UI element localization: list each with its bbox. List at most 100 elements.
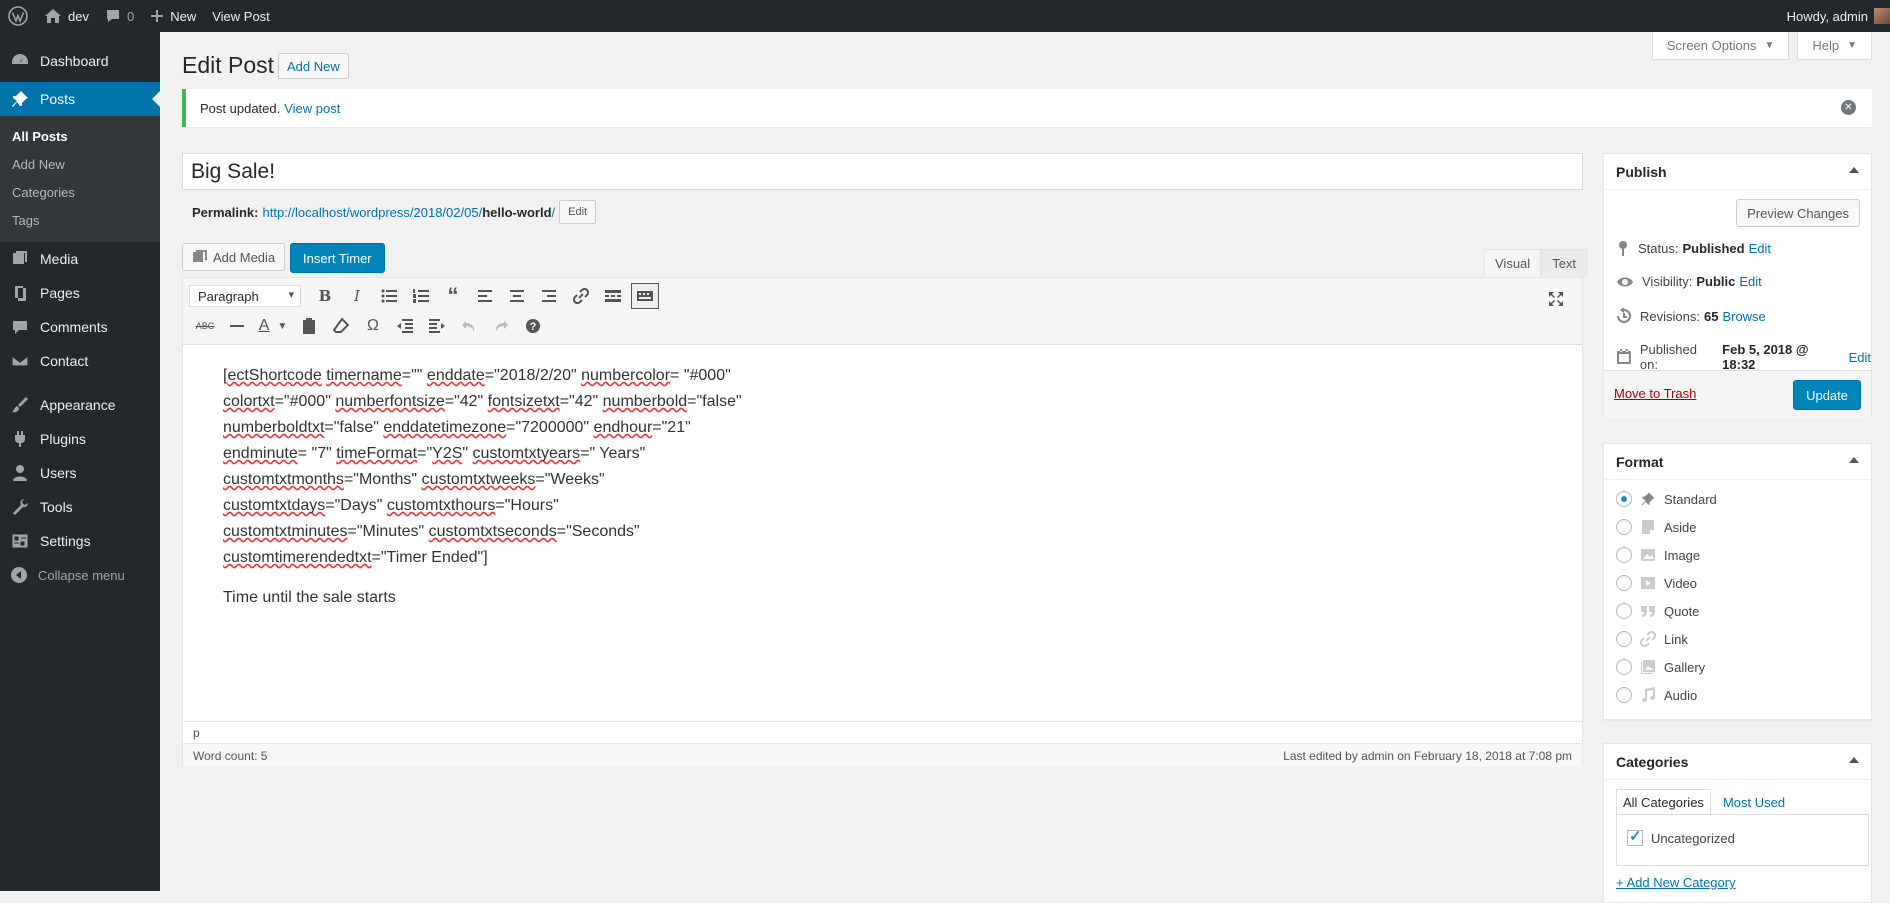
align-right-icon[interactable] — [533, 283, 565, 309]
align-center-icon[interactable] — [501, 283, 533, 309]
toggle-arrow-icon[interactable] — [1849, 167, 1859, 173]
format-radio[interactable] — [1616, 603, 1632, 619]
format-radio[interactable] — [1616, 575, 1632, 591]
format-select[interactable]: Paragraph — [189, 285, 301, 307]
menu-dashboard[interactable]: Dashboard — [0, 44, 160, 78]
redo-icon[interactable] — [485, 313, 517, 339]
my-account-menu[interactable]: Howdy, admin — [1779, 0, 1890, 32]
add-new-category-link[interactable]: + Add New Category — [1616, 875, 1736, 890]
menu-media[interactable]: Media — [0, 242, 160, 276]
submenu-all-posts[interactable]: All Posts — [0, 123, 160, 151]
status-edit-link[interactable]: Edit — [1749, 241, 1771, 256]
format-radio[interactable] — [1616, 491, 1632, 507]
categories-box-title: Categories — [1616, 753, 1689, 770]
publish-box: Publish Preview Changes Status: Publishe… — [1603, 153, 1872, 418]
horizontal-line-icon[interactable] — [221, 313, 253, 339]
tab-text[interactable]: Text — [1541, 249, 1588, 278]
menu-comments[interactable]: Comments — [0, 310, 160, 344]
toggle-arrow-icon[interactable] — [1849, 457, 1859, 463]
visibility-edit-link[interactable]: Edit — [1739, 274, 1761, 289]
dismiss-icon[interactable]: ✕ — [1841, 100, 1856, 115]
format-option-gallery[interactable]: Gallery — [1616, 659, 1705, 675]
read-more-icon[interactable] — [597, 283, 629, 309]
menu-appearance[interactable]: Appearance — [0, 388, 160, 422]
format-option-quote[interactable]: Quote — [1616, 603, 1699, 619]
help-icon[interactable]: ? — [517, 313, 549, 339]
clear-formatting-icon[interactable] — [325, 313, 357, 339]
bold-button[interactable]: B — [309, 283, 341, 309]
view-post-link[interactable]: View Post — [204, 0, 278, 32]
preview-changes-button[interactable]: Preview Changes — [1736, 199, 1860, 227]
format-option-video[interactable]: Video — [1616, 575, 1697, 591]
tab-most-used[interactable]: Most Used — [1717, 789, 1791, 815]
revisions-browse-link[interactable]: Browse — [1722, 309, 1765, 324]
update-button[interactable]: Update — [1793, 380, 1861, 410]
insert-timer-button[interactable]: Insert Timer — [290, 243, 385, 273]
blockquote-icon[interactable]: “ — [437, 283, 469, 309]
notice-view-post-link[interactable]: View post — [284, 101, 340, 116]
site-name-link[interactable]: dev — [36, 0, 97, 32]
move-to-trash-link[interactable]: Move to Trash — [1614, 386, 1696, 401]
publish-box-header[interactable]: Publish — [1604, 154, 1871, 190]
outdent-icon[interactable] — [389, 313, 421, 339]
format-radio[interactable] — [1616, 659, 1632, 675]
format-radio[interactable] — [1616, 547, 1632, 563]
submenu-categories[interactable]: Categories — [0, 179, 160, 207]
format-radio[interactable] — [1616, 519, 1632, 535]
editor-content[interactable]: [ectShortcode timername="" enddate="2018… — [183, 345, 1582, 725]
fullscreen-icon[interactable] — [1540, 286, 1572, 312]
collapse-menu-button[interactable]: Collapse menu — [0, 558, 160, 592]
categories-box-header[interactable]: Categories — [1604, 744, 1871, 780]
menu-settings[interactable]: Settings — [0, 524, 160, 558]
tab-visual[interactable]: Visual — [1484, 249, 1542, 278]
view-post-label: View Post — [212, 8, 270, 24]
menu-users[interactable]: Users — [0, 456, 160, 490]
new-content-link[interactable]: New — [142, 0, 204, 32]
menu-contact[interactable]: Contact — [0, 344, 160, 378]
toolbar-toggle-icon[interactable] — [631, 283, 659, 309]
submenu-add-new[interactable]: Add New — [0, 151, 160, 179]
align-left-icon[interactable] — [469, 283, 501, 309]
paste-text-icon[interactable] — [293, 313, 325, 339]
post-title-input[interactable]: Big Sale! — [182, 153, 1583, 190]
link-icon[interactable] — [565, 283, 597, 309]
format-box-header[interactable]: Format — [1604, 444, 1871, 480]
comments-link[interactable]: 0 — [97, 0, 142, 32]
category-checkbox[interactable] — [1627, 827, 1643, 846]
add-new-button[interactable]: Add New — [278, 53, 349, 79]
bullet-list-icon[interactable] — [373, 283, 405, 309]
permalink-link[interactable]: http://localhost/wordpress/2018/02/05/he… — [262, 205, 555, 220]
add-media-button[interactable]: Add Media — [182, 243, 286, 271]
format-option-standard[interactable]: Standard — [1616, 491, 1717, 507]
menu-pages[interactable]: Pages — [0, 276, 160, 310]
menu-posts[interactable]: Posts — [0, 82, 160, 116]
screen-options-button[interactable]: Screen Options ▼ — [1651, 32, 1790, 60]
numbered-list-icon[interactable] — [405, 283, 437, 309]
format-radio[interactable] — [1616, 687, 1632, 703]
format-radio[interactable] — [1616, 631, 1632, 647]
wp-logo-icon[interactable] — [0, 0, 36, 32]
format-option-audio[interactable]: Audio — [1616, 687, 1697, 703]
menu-tools[interactable]: Tools — [0, 490, 160, 524]
list-item[interactable]: Uncategorized — [1627, 827, 1735, 846]
published-edit-link[interactable]: Edit — [1849, 350, 1871, 365]
menu-plugins[interactable]: Plugins — [0, 422, 160, 456]
tab-all-categories[interactable]: All Categories — [1616, 789, 1711, 815]
permalink-slug: hello-world — [482, 204, 552, 220]
format-label: Gallery — [1664, 659, 1706, 675]
toggle-arrow-icon[interactable] — [1849, 757, 1859, 763]
undo-icon[interactable] — [453, 313, 485, 339]
format-option-aside[interactable]: Aside — [1616, 519, 1697, 535]
format-option-link[interactable]: Link — [1616, 631, 1688, 647]
italic-button[interactable]: I — [341, 283, 373, 309]
special-character-icon[interactable]: Ω — [357, 313, 389, 339]
menu-dashboard-label: Dashboard — [40, 53, 109, 69]
format-option-image[interactable]: Image — [1616, 547, 1700, 563]
help-button[interactable]: Help ▼ — [1797, 32, 1872, 60]
submenu-tags[interactable]: Tags — [0, 207, 160, 235]
status-label: Status: — [1638, 240, 1679, 256]
permalink-edit-button[interactable]: Edit — [559, 200, 597, 224]
strikethrough-icon[interactable]: ABC — [189, 313, 221, 339]
indent-icon[interactable] — [421, 313, 453, 339]
text-color-icon[interactable]: A ▼ — [253, 313, 293, 339]
